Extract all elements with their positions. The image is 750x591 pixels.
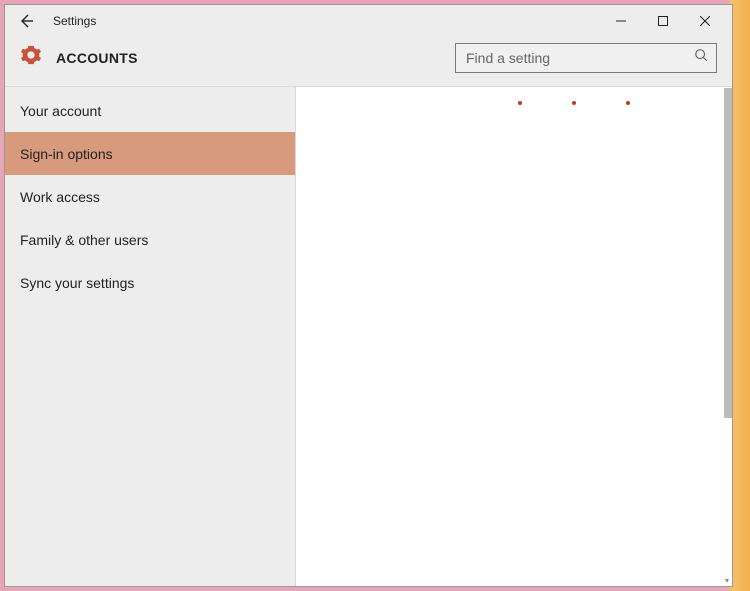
sidebar-item-your-account[interactable]: Your account bbox=[5, 89, 295, 132]
scrollbar-thumb[interactable] bbox=[724, 88, 732, 418]
sidebar-item-sign-in-options[interactable]: Sign-in options bbox=[5, 132, 295, 175]
search-icon bbox=[694, 48, 708, 67]
search-box[interactable] bbox=[455, 43, 717, 73]
loading-dot bbox=[572, 101, 576, 105]
content-pane bbox=[296, 87, 732, 586]
window-title: Settings bbox=[53, 14, 96, 28]
sidebar-item-label: Your account bbox=[20, 103, 101, 119]
titlebar-left: Settings bbox=[15, 10, 96, 32]
back-button[interactable] bbox=[15, 10, 37, 32]
close-button[interactable] bbox=[684, 7, 726, 35]
loading-indicator bbox=[296, 101, 732, 105]
sidebar-item-label: Sync your settings bbox=[20, 275, 134, 291]
settings-window: Settings ACCOUNTS bbox=[4, 4, 733, 587]
sidebar-item-label: Work access bbox=[20, 189, 100, 205]
sidebar-item-label: Family & other users bbox=[20, 232, 148, 248]
maximize-button[interactable] bbox=[642, 7, 684, 35]
window-controls bbox=[600, 7, 726, 35]
search-input[interactable] bbox=[466, 50, 676, 66]
titlebar: Settings bbox=[5, 5, 732, 37]
sidebar-item-label: Sign-in options bbox=[20, 146, 113, 162]
loading-dot bbox=[518, 101, 522, 105]
sidebar-item-sync-your-settings[interactable]: Sync your settings bbox=[5, 261, 295, 304]
sidebar: Your account Sign-in options Work access… bbox=[5, 87, 296, 586]
gear-icon bbox=[20, 44, 42, 71]
loading-dot bbox=[626, 101, 630, 105]
minimize-button[interactable] bbox=[600, 7, 642, 35]
page-title: ACCOUNTS bbox=[56, 50, 138, 66]
body-area: Your account Sign-in options Work access… bbox=[5, 87, 732, 586]
sidebar-item-family-other-users[interactable]: Family & other users bbox=[5, 218, 295, 261]
sidebar-item-work-access[interactable]: Work access bbox=[5, 175, 295, 218]
scroll-down-icon[interactable]: ▾ bbox=[722, 575, 732, 585]
header-row: ACCOUNTS bbox=[5, 37, 732, 87]
header-left: ACCOUNTS bbox=[20, 44, 138, 71]
